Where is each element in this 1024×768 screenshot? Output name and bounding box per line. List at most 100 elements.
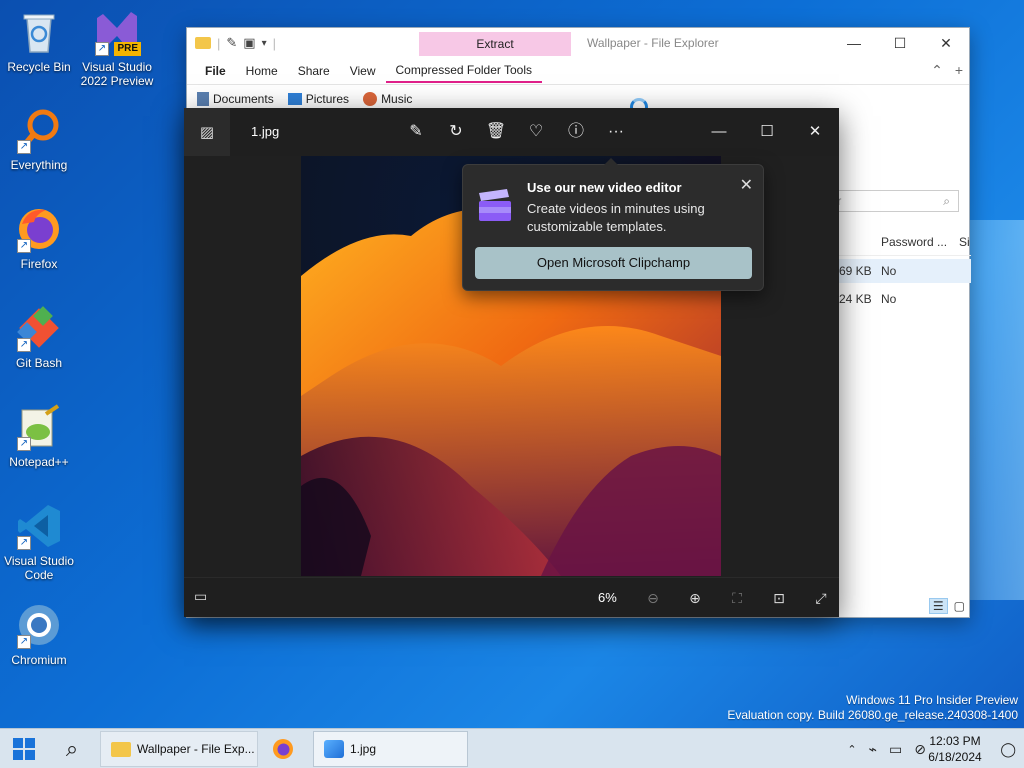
- shortcut-arrow-icon: ↗: [17, 338, 31, 352]
- clock-time: 12:03 PM: [929, 734, 981, 748]
- vertical-separator: |: [217, 35, 221, 51]
- desktop-icon-everything[interactable]: ↗ Everything: [1, 106, 77, 172]
- zoom-controls: ⊖ ⊕ ⛶ ⊡ ⤢: [632, 584, 842, 612]
- vscode-icon: ↗: [15, 502, 63, 550]
- notifications-icon[interactable]: ◯: [1000, 741, 1016, 758]
- quick-link-label: Pictures: [305, 91, 350, 106]
- firefox-icon: ↗: [15, 205, 63, 253]
- taskbar-app-photos[interactable]: 1.jpg: [313, 731, 468, 767]
- photos-bottom-bar: ▭ 6% ⊖ ⊕ ⛶ ⊡ ⤢: [184, 577, 839, 617]
- column-size-header[interactable]: Si: [959, 235, 970, 249]
- taskbar-app-label: 1.jpg: [350, 742, 377, 756]
- quick-link-label: Documents: [213, 91, 274, 106]
- desktop-icon-label: Notepad++: [9, 455, 69, 469]
- favorite-heart-icon[interactable]: ♡: [516, 120, 556, 144]
- documents-icon: [197, 91, 209, 106]
- extract-contextual-tab[interactable]: Extract: [419, 32, 571, 56]
- file-size: 69 KB: [839, 264, 872, 278]
- new-folder-icon[interactable]: ▣: [243, 35, 255, 51]
- desktop-icon-label: Everything: [10, 158, 68, 172]
- desktop-icon-git-bash[interactable]: ↗ Git Bash: [1, 304, 77, 370]
- photos-top-bar: ▨ 1.jpg ✎ ↻ 🗑 ♡ ⓘ ··· — ☐ ✕: [184, 108, 839, 156]
- chevron-down-icon[interactable]: ▾: [262, 38, 267, 49]
- photos-window-controls: — ☐ ✕: [695, 108, 839, 156]
- photo-filename: 1.jpg: [251, 124, 280, 139]
- taskbar-search-icon[interactable]: ⌕: [52, 729, 92, 768]
- file-list-header: Password ... Si: [839, 228, 971, 256]
- pre-badge: PRE: [114, 42, 141, 56]
- firefox-icon: [273, 739, 293, 759]
- clock-date: 6/18/2024: [928, 750, 982, 764]
- desktop-icon-visual-studio-preview[interactable]: PRE ↗ Visual Studio 2022 Preview: [79, 8, 155, 88]
- info-icon[interactable]: ⓘ: [556, 120, 596, 144]
- large-icons-view-icon[interactable]: ▢: [954, 599, 965, 613]
- explorer-window-title: Wallpaper - File Explorer: [587, 36, 719, 50]
- taskbar-app-firefox[interactable]: [264, 731, 308, 767]
- quick-link-label: Music: [381, 91, 413, 106]
- rotate-icon[interactable]: ↻: [436, 120, 476, 144]
- explorer-title-bar[interactable]: | ✎ ▣ ▾ | Extract Wallpaper - File Explo…: [187, 28, 969, 58]
- edit-image-icon[interactable]: ✎: [396, 120, 436, 144]
- file-size: 24 KB: [839, 292, 872, 306]
- minimize-icon[interactable]: —: [831, 28, 877, 58]
- maximize-icon[interactable]: ☐: [877, 28, 923, 58]
- file-password: No: [881, 264, 897, 278]
- desktop-icon-notepad-plus-plus[interactable]: ↗ Notepad++: [1, 403, 77, 469]
- details-view-icon[interactable]: ☰: [928, 598, 948, 614]
- file-list-row[interactable]: 24 KB No: [839, 287, 971, 311]
- actual-size-icon[interactable]: ⊡: [758, 584, 800, 612]
- tab-compressed-folder-tools[interactable]: Compressed Folder Tools: [385, 59, 543, 83]
- visual-studio-preview-icon: PRE ↗: [93, 8, 141, 56]
- tab-file[interactable]: File: [195, 58, 236, 84]
- column-password-header[interactable]: Password ...: [881, 235, 947, 249]
- tab-share[interactable]: Share: [288, 58, 340, 84]
- maximize-icon[interactable]: ☐: [743, 108, 791, 156]
- clipchamp-clapper-icon: [479, 189, 511, 221]
- quick-link-documents[interactable]: Documents: [193, 91, 284, 106]
- delete-icon[interactable]: 🗑: [476, 120, 516, 144]
- desktop-icon-vscode[interactable]: ↗ Visual Studio Code: [1, 502, 77, 582]
- zoom-out-icon[interactable]: ⊖: [632, 584, 674, 612]
- minimize-icon[interactable]: —: [695, 108, 743, 156]
- close-icon[interactable]: ✕: [923, 28, 969, 58]
- new-tab-plus-icon[interactable]: +: [955, 62, 963, 79]
- display-icon[interactable]: ▭: [889, 741, 902, 758]
- desktop-icon-chromium[interactable]: ↗ Chromium: [1, 601, 77, 667]
- explorer-ribbon-tabs: File Home Share View Compressed Folder T…: [187, 58, 969, 84]
- taskbar: ⌕ Wallpaper - File Exp... 1.jpg ⌃ ⌁ ▭ ⊘ …: [0, 728, 1024, 768]
- open-clipchamp-button[interactable]: Open Microsoft Clipchamp: [475, 247, 752, 279]
- fit-to-window-icon[interactable]: ⛶: [716, 584, 758, 612]
- chromium-icon: ↗: [15, 601, 63, 649]
- desktop-icon-recycle-bin[interactable]: Recycle Bin: [1, 8, 77, 74]
- tab-home[interactable]: Home: [236, 58, 288, 84]
- vertical-separator: |: [272, 35, 277, 51]
- collapse-ribbon-icon[interactable]: ⌃: [931, 62, 943, 79]
- properties-wrench-icon[interactable]: ✎: [226, 35, 237, 51]
- close-icon[interactable]: ✕: [740, 175, 753, 195]
- quick-access-toolbar: | ✎ ▣ ▾ |: [187, 35, 276, 51]
- explorer-window-controls: — ☐ ✕: [831, 28, 969, 58]
- zoom-in-icon[interactable]: ⊕: [674, 584, 716, 612]
- network-status-icon[interactable]: ⌁: [869, 741, 877, 758]
- folder-icon: [111, 741, 131, 757]
- taskbar-clock[interactable]: 12:03 PM 6/18/2024: [920, 733, 990, 765]
- start-button[interactable]: [6, 729, 42, 768]
- fullscreen-icon[interactable]: ⤢: [800, 584, 842, 612]
- music-icon: [363, 91, 378, 106]
- taskbar-app-file-explorer[interactable]: Wallpaper - File Exp...: [100, 731, 258, 767]
- tab-view[interactable]: View: [340, 58, 386, 84]
- filmstrip-icon[interactable]: ▭: [194, 588, 207, 605]
- more-options-icon[interactable]: ···: [596, 120, 636, 144]
- desktop-icon-label: Git Bash: [15, 356, 63, 370]
- quick-link-pictures[interactable]: Pictures: [284, 92, 359, 106]
- search-icon: ⌕: [943, 194, 950, 208]
- folder-icon[interactable]: [195, 37, 211, 49]
- desktop-icon-firefox[interactable]: ↗ Firefox: [1, 205, 77, 271]
- file-list-row[interactable]: 69 KB No: [839, 259, 971, 283]
- close-icon[interactable]: ✕: [791, 108, 839, 156]
- photos-toolbar: ✎ ↻ 🗑 ♡ ⓘ ···: [396, 120, 636, 144]
- quick-link-music[interactable]: Music: [359, 91, 422, 106]
- gallery-icon[interactable]: ▨: [184, 108, 230, 156]
- desktop-icon-label: Recycle Bin: [7, 60, 71, 74]
- chevron-up-icon[interactable]: ⌃: [847, 743, 856, 756]
